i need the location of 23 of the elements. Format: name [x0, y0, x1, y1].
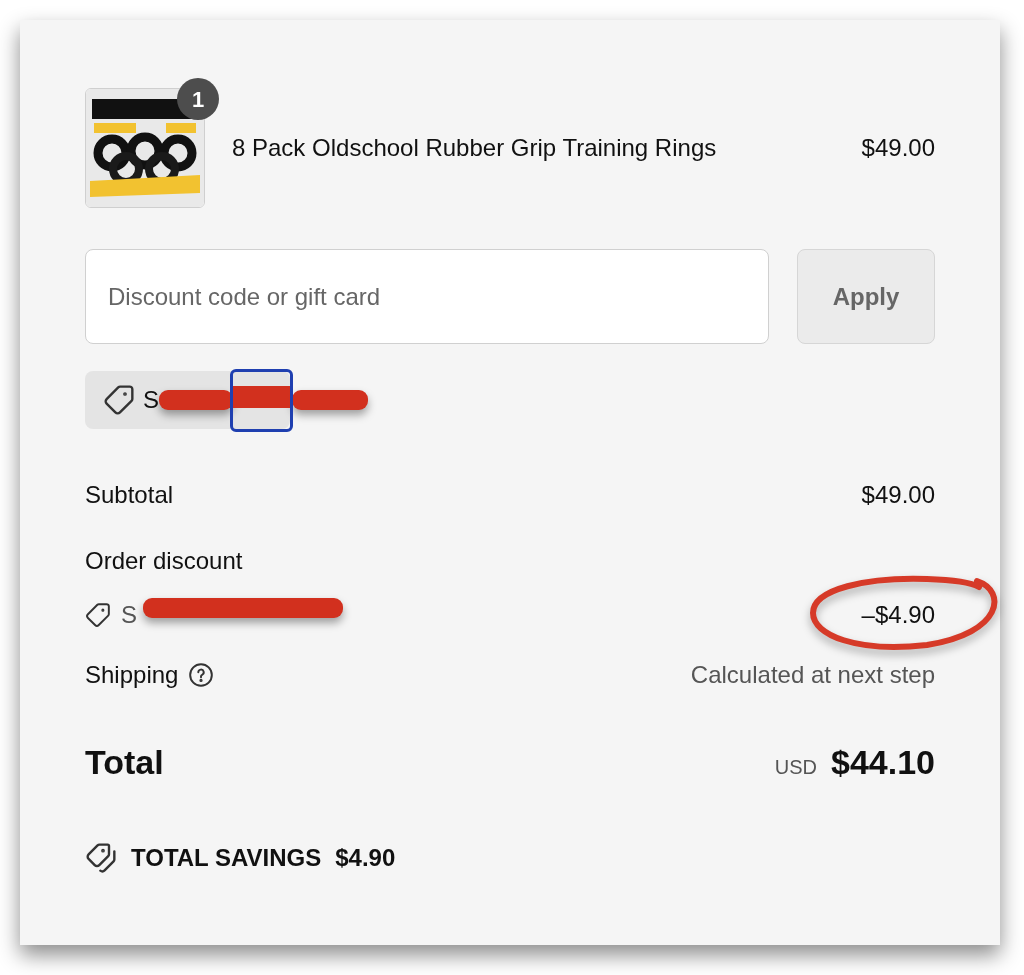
remove-button[interactable]	[230, 369, 293, 432]
savings-label: TOTAL SAVINGS	[131, 843, 322, 873]
discount-code: S	[143, 385, 159, 415]
total-value: $44.10	[831, 742, 935, 783]
product-price: $49.00	[861, 133, 935, 163]
subtotal-value: $49.00	[861, 480, 935, 510]
tags-icon	[85, 842, 117, 874]
product-name: 8 Pack Oldschool Rubber Grip Training Rings	[232, 133, 718, 163]
tag-icon	[85, 602, 111, 628]
shipping-label: Shipping	[85, 660, 179, 690]
discount-code-field[interactable]: Discount code or gift card	[85, 249, 769, 344]
quantity-badge: 1	[177, 78, 219, 120]
total-label: Total	[85, 742, 164, 783]
currency-code: USD	[774, 755, 817, 780]
apply-button[interactable]: Apply	[797, 249, 935, 344]
discount-amount: –$4.90	[861, 601, 935, 628]
subtotal-label: Subtotal	[85, 480, 174, 510]
help-icon[interactable]	[188, 662, 215, 688]
order-discount-label: Order discount	[85, 547, 243, 574]
savings-value: $4.90	[335, 843, 396, 873]
tag-icon	[103, 384, 135, 416]
shipping-value: Calculated at next step	[690, 660, 935, 690]
discount-code: S	[121, 600, 137, 630]
